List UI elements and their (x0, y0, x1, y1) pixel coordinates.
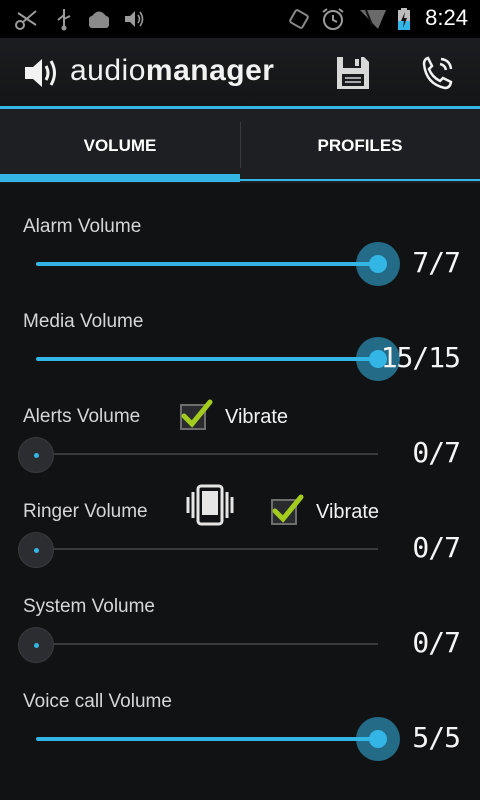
alerts-volume-value: 0/7 (412, 436, 461, 469)
app-title: audiomanager (70, 54, 274, 88)
scissors-icon (15, 10, 37, 30)
system-volume-thumb[interactable] (18, 627, 54, 663)
tab-bar-underline (240, 179, 480, 181)
app-logo-speaker-icon (25, 59, 56, 87)
checkmark-icon (272, 494, 304, 523)
alarm-volume-label: Alarm Volume (23, 216, 142, 237)
ringer-vibrate-label: Vibrate (316, 501, 380, 523)
rotate-icon (289, 9, 309, 29)
alarm-icon (322, 8, 344, 30)
save-icon[interactable] (334, 54, 372, 92)
status-bar: 8:24 (0, 0, 480, 38)
tab-volume-indicator (0, 174, 240, 182)
ringer-volume-track (36, 548, 378, 550)
battery-charging-icon (398, 8, 410, 30)
app-title-bold: manager (145, 54, 275, 87)
media-volume-label: Media Volume (23, 311, 144, 332)
clock: 8:24 (425, 5, 468, 30)
system-volume-track (36, 643, 378, 645)
vibrate-phone-icon (186, 484, 234, 526)
app-title-light: audio (70, 54, 146, 87)
tab-volume[interactable]: VOLUME (0, 109, 240, 183)
voice-call-volume-value: 5/5 (412, 721, 461, 754)
signal-icon (360, 9, 386, 29)
voice-call-volume-label: Voice call Volume (23, 691, 172, 712)
alerts-volume-track (36, 453, 378, 455)
checkmark-icon (181, 399, 213, 428)
ringer-volume-value: 0/7 (412, 531, 461, 564)
volume-icon (125, 11, 144, 27)
media-volume-track (36, 357, 378, 361)
usb-icon (57, 9, 71, 31)
alerts-vibrate-label: Vibrate (225, 406, 289, 428)
ringer-volume-label: Ringer Volume (23, 501, 148, 522)
media-volume-value: 15/15 (380, 341, 461, 374)
alarm-volume-track (36, 262, 378, 266)
tab-divider (240, 122, 241, 168)
android-debug-icon (89, 11, 109, 28)
alerts-vibrate-checkbox[interactable] (180, 399, 213, 430)
system-volume-label: System Volume (23, 596, 155, 617)
ringer-volume-thumb[interactable] (18, 532, 54, 568)
tab-profiles[interactable]: PROFILES (240, 109, 480, 183)
voice-call-volume-track (36, 737, 378, 741)
phone-settings-icon[interactable] (418, 54, 458, 94)
system-volume-value: 0/7 (412, 626, 461, 659)
alarm-volume-value: 7/7 (412, 246, 461, 279)
alerts-volume-thumb[interactable] (18, 437, 54, 473)
alerts-volume-label: Alerts Volume (23, 406, 141, 427)
ringer-vibrate-checkbox[interactable] (271, 494, 304, 525)
